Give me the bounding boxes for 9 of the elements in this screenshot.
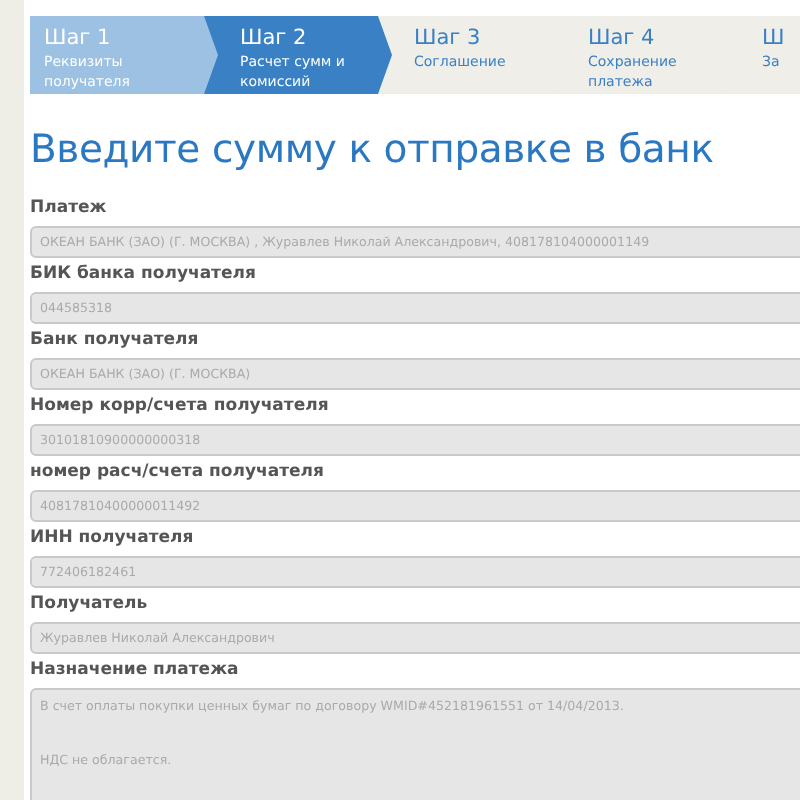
field-label: Назначение платежа	[30, 658, 241, 684]
field-label: Платеж	[30, 196, 109, 222]
page-title: Введите сумму к отправке в банк	[30, 126, 716, 172]
field-label: Номер корр/счета получателя	[30, 394, 331, 420]
field-label: Банк получателя	[30, 328, 201, 354]
field-label: ИНН получателя	[30, 526, 196, 552]
field-label: номер расч/счета получателя	[30, 460, 326, 486]
field-label: БИК банка получателя	[30, 262, 258, 288]
field-label: Получатель	[30, 592, 150, 618]
